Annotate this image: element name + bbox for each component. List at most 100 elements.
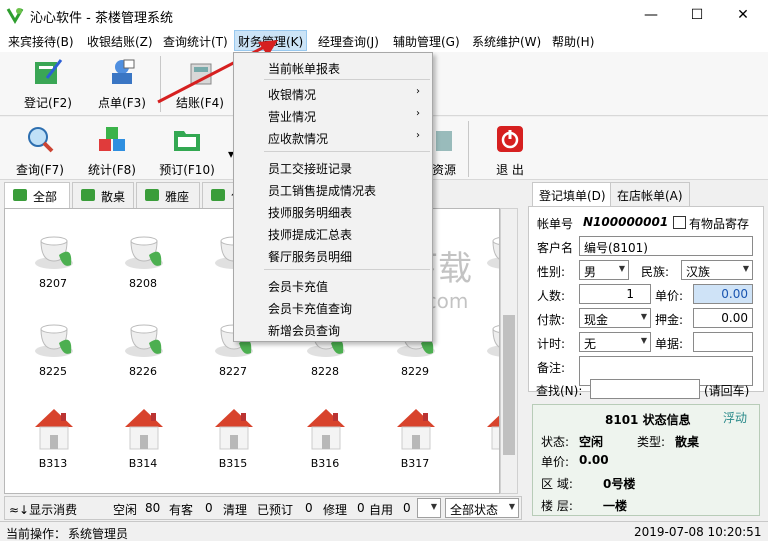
people-stepper[interactable]: 1	[579, 284, 651, 304]
order-icon	[112, 59, 135, 84]
bill-no-label: 帐单号	[537, 217, 574, 231]
tab-all[interactable]: 全部	[4, 182, 70, 208]
tab-private-seat[interactable]: 雅座	[136, 182, 200, 208]
gender-label: 性别:	[537, 265, 566, 279]
finance-menu-item[interactable]: 员工交接班记录	[234, 157, 432, 179]
register-button[interactable]: 登记(F2)	[16, 58, 80, 111]
search-label: 查找(N):	[536, 384, 583, 398]
menu-cashier[interactable]: 收银结账(Z)	[87, 33, 153, 50]
finance-menu-item[interactable]: 会员卡充值	[234, 275, 432, 297]
finance-menu-item[interactable]: 新增会员查询	[234, 319, 432, 341]
tab-leaf-icon	[13, 189, 27, 201]
free-label: 空闲	[113, 503, 138, 517]
room-tile[interactable]: B317	[385, 401, 445, 481]
menu-help[interactable]: 帮助(H)	[552, 33, 594, 50]
teacup-icon	[123, 313, 165, 361]
finance-menu-item[interactable]: 收银情况 ›	[234, 83, 432, 105]
exit-label: 退 出	[496, 163, 524, 177]
register-icon	[35, 59, 63, 84]
room-tile[interactable]: B315	[203, 401, 263, 481]
show-consumption-toggle[interactable]: ≈↓显示消费	[9, 501, 77, 518]
status-filter-prefix[interactable]	[417, 498, 441, 518]
voucher-input[interactable]	[693, 332, 753, 352]
teacup-icon	[123, 225, 165, 273]
finance-menu-item[interactable]: 会员卡充值查询	[234, 297, 432, 319]
query-button[interactable]: 查询(F7)	[8, 125, 72, 178]
unit-price-input[interactable]: 0.00	[693, 284, 753, 304]
teacup-icon	[485, 313, 499, 361]
unit-price-label: 单价:	[655, 289, 684, 303]
tea-table-tile[interactable]: 8225	[23, 309, 83, 389]
status-filter-select[interactable]: 全部状态	[445, 498, 519, 518]
tea-table-tile[interactable]: 8	[475, 221, 499, 301]
finance-menu-item[interactable]: 应收款情况 ›	[234, 127, 432, 149]
tea-table-tile[interactable]: 8208	[113, 221, 173, 301]
timing-label: 计时:	[537, 337, 566, 351]
self-use-label: 自用	[369, 503, 394, 517]
stats-button[interactable]: 统计(F8)	[80, 125, 144, 178]
finance-dropdown-menu: 当前帐单报表 收银情况 › 营业情况 › 应收款情况 › 员工交接班记录 员工销售提成情况表 技师…	[233, 52, 433, 342]
customer-input[interactable]: 编号(8101)	[579, 236, 753, 256]
tab-in-store-bills[interactable]: 在店帐单(A)	[610, 182, 690, 206]
minimize-button[interactable]: —	[628, 0, 674, 30]
deposit-checkbox[interactable]	[673, 216, 686, 229]
app-name: 沁心软件	[30, 11, 83, 26]
deposit-amount-input[interactable]: 0.00	[693, 308, 753, 328]
payment-select[interactable]: 现金	[579, 308, 651, 328]
finance-menu-item[interactable]: 营业情况 ›	[234, 105, 432, 127]
room-tile[interactable]: B	[475, 401, 499, 481]
finance-menu-item-label: 技师服务明细表	[268, 206, 353, 220]
finance-menu-item[interactable]: 员工销售提成情况表	[234, 179, 432, 201]
maximize-button[interactable]: ☐	[674, 0, 720, 30]
tea-table-tile[interactable]: 8	[475, 309, 499, 389]
power-icon	[497, 126, 523, 152]
tab-scatter[interactable]: 散桌	[72, 182, 134, 208]
area-value: 0号楼	[603, 477, 636, 491]
register-label: 登记(F2)	[24, 96, 72, 110]
cleaning-label: 清理	[223, 503, 248, 517]
query-label: 查询(F7)	[16, 163, 64, 177]
tile-label: B315	[218, 457, 248, 470]
repair-count: 0	[357, 501, 365, 515]
timing-select[interactable]: 无	[579, 332, 651, 352]
reserve-button[interactable]: 预订(F10)	[152, 125, 222, 178]
finance-menu-item[interactable]: 当前帐单报表	[234, 57, 432, 79]
tab-label: 全部	[33, 190, 58, 204]
tab-leaf-icon	[81, 189, 95, 201]
menu-reception[interactable]: 来宾接待(B)	[8, 33, 74, 50]
self-use-count: 0	[403, 501, 411, 515]
tea-table-tile[interactable]: 8226	[113, 309, 173, 389]
grid-scrollbar[interactable]	[500, 208, 518, 494]
room-tile[interactable]: B314	[113, 401, 173, 481]
room-tile[interactable]: B313	[23, 401, 83, 481]
menu-manager-query[interactable]: 经理查询(J)	[318, 33, 379, 50]
scrollbar-thumb[interactable]	[503, 315, 515, 455]
tab-register-form[interactable]: 登记填单(D)	[532, 182, 613, 206]
float-link[interactable]: 浮动	[723, 409, 747, 426]
finance-menu-item[interactable]: 技师提成汇总表	[234, 223, 432, 245]
right-panel: 登记填单(D) 在店帐单(A) 帐单号 N100000001 有物品寄存 客户名…	[528, 182, 764, 518]
room-tile[interactable]: B316	[295, 401, 355, 481]
tile-label: 8228	[311, 365, 339, 378]
order-button[interactable]: 点单(F3)	[90, 58, 154, 111]
area-label: 区 域:	[541, 477, 573, 491]
teacup-icon	[33, 313, 75, 361]
menu-system[interactable]: 系统维护(W)	[472, 33, 541, 50]
search-input[interactable]	[590, 379, 700, 399]
status-label: 状态:	[541, 435, 570, 449]
tile-label: B314	[128, 457, 158, 470]
finance-menu-item[interactable]: 餐厅服务员明细	[234, 245, 432, 267]
menu-bar: 来宾接待(B) 收银结账(Z) 查询统计(T) 财务管理(K) 经理查询(J) …	[0, 30, 768, 52]
close-button[interactable]: ✕	[720, 0, 766, 30]
stats-label: 统计(F8)	[88, 163, 136, 177]
table-status-row: ≈↓显示消费 空闲 80 有客 0 清理 已预订 0 修理 0 自用 0 全部状…	[4, 496, 522, 520]
search-hint: (请回车)	[704, 384, 750, 398]
finance-menu-item[interactable]: 技师服务明细表	[234, 201, 432, 223]
gender-select[interactable]: 男	[579, 260, 629, 280]
tea-table-tile[interactable]: 8207	[23, 221, 83, 301]
menu-auxiliary[interactable]: 辅助管理(G)	[393, 33, 460, 50]
finance-menu-item-label: 会员卡充值查询	[268, 302, 353, 316]
finance-menu-item-label: 员工交接班记录	[268, 162, 353, 176]
ethnicity-select[interactable]: 汉族	[681, 260, 753, 280]
exit-button[interactable]: 退 出	[478, 125, 542, 178]
